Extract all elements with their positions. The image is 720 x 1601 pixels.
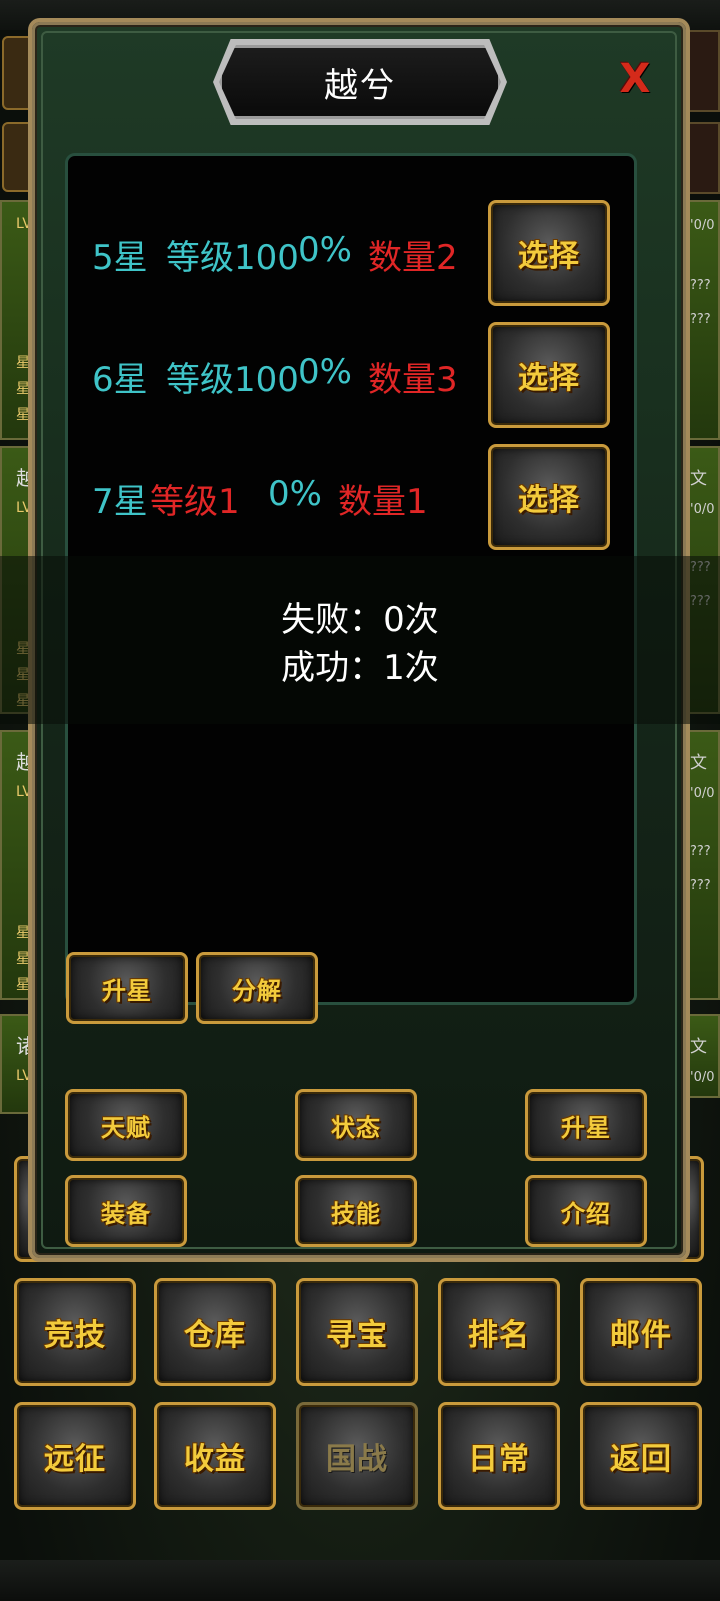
card-level: LV bbox=[16, 216, 32, 232]
success-count: 成功：1次 bbox=[281, 648, 439, 688]
row-star: 5星 bbox=[92, 238, 148, 278]
national-war-button[interactable]: 国战 bbox=[296, 1402, 418, 1510]
card-level: LV bbox=[16, 1068, 32, 1084]
card-star: 星 bbox=[16, 977, 30, 993]
card-star: 星 bbox=[16, 407, 30, 423]
row-star: 7星 bbox=[92, 482, 148, 522]
row-count: 数量1 bbox=[338, 482, 428, 522]
card-level: LV bbox=[16, 500, 32, 516]
card-value: '0/0 bbox=[690, 786, 715, 801]
income-button[interactable]: 收益 bbox=[154, 1402, 276, 1510]
select-button[interactable]: 选择 bbox=[488, 444, 610, 550]
card-value: 文 bbox=[690, 753, 707, 773]
skills-button[interactable]: 技能 bbox=[295, 1175, 417, 1247]
status-button[interactable]: 状态 bbox=[295, 1089, 417, 1161]
select-button[interactable]: 选择 bbox=[488, 322, 610, 428]
close-button[interactable]: X bbox=[617, 55, 653, 103]
upgrade-star-button[interactable]: 升星 bbox=[66, 952, 188, 1024]
card-value: ??? bbox=[690, 312, 711, 327]
card-star: 星 bbox=[16, 925, 30, 941]
back-button[interactable]: 返回 bbox=[580, 1402, 702, 1510]
popup-title: 越兮 bbox=[324, 65, 396, 106]
card-star: 星 bbox=[16, 355, 30, 371]
upgrade-star-button[interactable]: 升星 bbox=[525, 1089, 647, 1161]
intro-button[interactable]: 介绍 bbox=[525, 1175, 647, 1247]
card-value: 文 bbox=[690, 469, 707, 489]
row-percent: 0% bbox=[298, 352, 352, 392]
decompose-button[interactable]: 分解 bbox=[196, 952, 318, 1024]
right-panel-edge bbox=[684, 122, 720, 194]
title-plate: 越兮 bbox=[219, 45, 501, 119]
select-button[interactable]: 选择 bbox=[488, 200, 610, 306]
mail-button[interactable]: 邮件 bbox=[580, 1278, 702, 1386]
left-menu-tab[interactable] bbox=[2, 36, 34, 110]
equipment-button[interactable]: 装备 bbox=[65, 1175, 187, 1247]
hero-card-right[interactable]: 文 '0/0 bbox=[686, 1014, 720, 1098]
daily-button[interactable]: 日常 bbox=[438, 1402, 560, 1510]
card-star: 星 bbox=[16, 381, 30, 397]
card-value: '0/0 bbox=[690, 502, 715, 517]
row-percent: 0% bbox=[298, 230, 352, 270]
treasure-button[interactable]: 寻宝 bbox=[296, 1278, 418, 1386]
card-value: ??? bbox=[690, 878, 711, 893]
card-value: 文 bbox=[690, 1037, 707, 1057]
row-level: 等级1 bbox=[150, 482, 240, 522]
fail-count: 失败：0次 bbox=[281, 600, 439, 640]
row-star: 6星 bbox=[92, 360, 148, 400]
hero-card-right[interactable]: 文 '0/0 ??? ??? bbox=[686, 730, 720, 1000]
card-level: LV bbox=[16, 784, 32, 800]
card-value: '0/0 bbox=[690, 1070, 715, 1085]
row-level: 等级100 bbox=[166, 238, 299, 278]
card-star: 星 bbox=[16, 951, 30, 967]
row-count: 数量3 bbox=[368, 360, 458, 400]
talent-button[interactable]: 天赋 bbox=[65, 1089, 187, 1161]
arena-button[interactable]: 竞技 bbox=[14, 1278, 136, 1386]
row-level: 等级100 bbox=[166, 360, 299, 400]
warehouse-button[interactable]: 仓库 bbox=[154, 1278, 276, 1386]
card-value: ??? bbox=[690, 844, 711, 859]
card-value: '0/0 bbox=[690, 218, 715, 233]
row-percent: 0% bbox=[268, 474, 322, 514]
row-count: 数量2 bbox=[368, 238, 458, 278]
right-panel-edge bbox=[684, 30, 720, 112]
ranking-button[interactable]: 排名 bbox=[438, 1278, 560, 1386]
hero-card-left[interactable]: 诸 LV bbox=[0, 1014, 36, 1114]
hero-card-left[interactable]: 越 LV 星 星 星 bbox=[0, 730, 36, 1000]
left-menu-tab[interactable] bbox=[2, 122, 34, 192]
hero-card-left[interactable]: LV 星 星 星 bbox=[0, 200, 36, 440]
hero-card-right[interactable]: '0/0 ??? ??? bbox=[686, 200, 720, 440]
card-value: ??? bbox=[690, 278, 711, 293]
bottom-strip bbox=[0, 1560, 720, 1601]
expedition-button[interactable]: 远征 bbox=[14, 1402, 136, 1510]
